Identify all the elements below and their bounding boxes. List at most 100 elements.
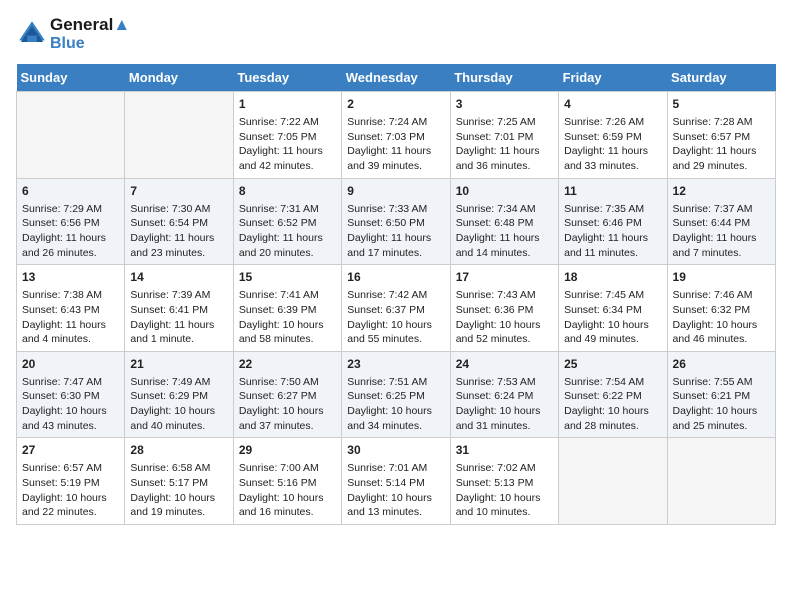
calendar-cell: 22 Sunrise: 7:50 AMSunset: 6:27 PMDayligh… xyxy=(233,351,341,438)
day-number: 12 xyxy=(673,183,770,200)
day-number: 19 xyxy=(673,269,770,286)
calendar-cell: 28 Sunrise: 6:58 AMSunset: 5:17 PMDayligh… xyxy=(125,438,233,525)
calendar-cell: 29Sunrise: 7:00 AMSunset: 5:16 PMDayligh… xyxy=(233,438,341,525)
calendar-cell: 6Sunrise: 7:29 AMSunset: 6:56 PMDaylight… xyxy=(17,178,125,265)
logo-icon xyxy=(16,18,48,50)
calendar-cell: 21 Sunrise: 7:49 AMSunset: 6:29 PMDayligh… xyxy=(125,351,233,438)
calendar-cell: 14 Sunrise: 7:39 AMSunset: 6:41 PMDayligh… xyxy=(125,265,233,352)
calendar-cell: 5Sunrise: 7:28 AMSunset: 6:57 PMDaylight… xyxy=(667,92,775,179)
day-info: Sunrise: 7:01 AMSunset: 5:14 PMDaylight:… xyxy=(347,461,444,520)
day-number: 7 xyxy=(130,183,227,200)
day-info: Sunrise: 7:33 AMSunset: 6:50 PMDaylight:… xyxy=(347,202,444,261)
calendar-cell: 10 Sunrise: 7:34 AMSunset: 6:48 PMDayligh… xyxy=(450,178,558,265)
day-number: 3 xyxy=(456,96,553,113)
calendar-cell: 11 Sunrise: 7:35 AMSunset: 6:46 PMDayligh… xyxy=(559,178,667,265)
calendar-cell: 4 Sunrise: 7:26 AMSunset: 6:59 PMDaylight… xyxy=(559,92,667,179)
day-number: 1 xyxy=(239,96,336,113)
calendar-cell: 13 Sunrise: 7:38 AMSunset: 6:43 PMDayligh… xyxy=(17,265,125,352)
calendar-cell: 1 Sunrise: 7:22 AMSunset: 7:05 PMDaylight… xyxy=(233,92,341,179)
weekday-header-monday: Monday xyxy=(125,64,233,92)
calendar-cell: 30 Sunrise: 7:01 AMSunset: 5:14 PMDayligh… xyxy=(342,438,450,525)
weekday-header-friday: Friday xyxy=(559,64,667,92)
day-number: 9 xyxy=(347,183,444,200)
day-number: 22 xyxy=(239,356,336,373)
day-number: 30 xyxy=(347,442,444,459)
page-header: General▲ Blue xyxy=(16,16,776,52)
day-number: 29 xyxy=(239,442,336,459)
calendar-cell: 23 Sunrise: 7:51 AMSunset: 6:25 PMDayligh… xyxy=(342,351,450,438)
day-info: Sunrise: 7:43 AMSunset: 6:36 PMDaylight:… xyxy=(456,288,553,347)
week-row-1: 1 Sunrise: 7:22 AMSunset: 7:05 PMDaylight… xyxy=(17,92,776,179)
calendar-cell: 31 Sunrise: 7:02 AMSunset: 5:13 PMDayligh… xyxy=(450,438,558,525)
day-info: Sunrise: 7:24 AMSunset: 7:03 PMDaylight:… xyxy=(347,115,444,174)
day-info: Sunrise: 7:42 AMSunset: 6:37 PMDaylight:… xyxy=(347,288,444,347)
day-number: 28 xyxy=(130,442,227,459)
day-info: Sunrise: 6:58 AMSunset: 5:17 PMDaylight:… xyxy=(130,461,227,520)
day-number: 16 xyxy=(347,269,444,286)
calendar-cell xyxy=(559,438,667,525)
day-number: 24 xyxy=(456,356,553,373)
calendar-cell: 25Sunrise: 7:54 AMSunset: 6:22 PMDayligh… xyxy=(559,351,667,438)
day-info: Sunrise: 7:39 AMSunset: 6:41 PMDaylight:… xyxy=(130,288,227,347)
day-info: Sunrise: 7:50 AMSunset: 6:27 PMDaylight:… xyxy=(239,375,336,434)
day-number: 8 xyxy=(239,183,336,200)
weekday-header-saturday: Saturday xyxy=(667,64,775,92)
calendar-cell: 9 Sunrise: 7:33 AMSunset: 6:50 PMDaylight… xyxy=(342,178,450,265)
day-number: 4 xyxy=(564,96,661,113)
day-info: Sunrise: 7:35 AMSunset: 6:46 PMDaylight:… xyxy=(564,202,661,261)
day-info: Sunrise: 7:02 AMSunset: 5:13 PMDaylight:… xyxy=(456,461,553,520)
day-number: 23 xyxy=(347,356,444,373)
calendar-cell xyxy=(17,92,125,179)
day-number: 20 xyxy=(22,356,119,373)
day-number: 18 xyxy=(564,269,661,286)
logo-text: General▲ Blue xyxy=(50,16,130,52)
weekday-header-row: SundayMondayTuesdayWednesdayThursdayFrid… xyxy=(17,64,776,92)
calendar-cell: 27Sunrise: 6:57 AMSunset: 5:19 PMDayligh… xyxy=(17,438,125,525)
calendar-cell: 24 Sunrise: 7:53 AMSunset: 6:24 PMDayligh… xyxy=(450,351,558,438)
calendar-table: SundayMondayTuesdayWednesdayThursdayFrid… xyxy=(16,64,776,525)
calendar-cell: 16 Sunrise: 7:42 AMSunset: 6:37 PMDayligh… xyxy=(342,265,450,352)
day-info: Sunrise: 7:54 AMSunset: 6:22 PMDaylight:… xyxy=(564,375,661,434)
day-info: Sunrise: 7:26 AMSunset: 6:59 PMDaylight:… xyxy=(564,115,661,174)
day-number: 21 xyxy=(130,356,227,373)
day-info: Sunrise: 7:31 AMSunset: 6:52 PMDaylight:… xyxy=(239,202,336,261)
day-number: 11 xyxy=(564,183,661,200)
day-number: 6 xyxy=(22,183,119,200)
day-number: 26 xyxy=(673,356,770,373)
day-info: Sunrise: 7:38 AMSunset: 6:43 PMDaylight:… xyxy=(22,288,119,347)
calendar-cell xyxy=(125,92,233,179)
day-info: Sunrise: 7:47 AMSunset: 6:30 PMDaylight:… xyxy=(22,375,119,434)
day-number: 31 xyxy=(456,442,553,459)
day-number: 15 xyxy=(239,269,336,286)
week-row-5: 27Sunrise: 6:57 AMSunset: 5:19 PMDayligh… xyxy=(17,438,776,525)
calendar-cell: 2 Sunrise: 7:24 AMSunset: 7:03 PMDaylight… xyxy=(342,92,450,179)
calendar-cell: 3Sunrise: 7:25 AMSunset: 7:01 PMDaylight… xyxy=(450,92,558,179)
day-number: 13 xyxy=(22,269,119,286)
day-info: Sunrise: 7:34 AMSunset: 6:48 PMDaylight:… xyxy=(456,202,553,261)
day-info: Sunrise: 7:51 AMSunset: 6:25 PMDaylight:… xyxy=(347,375,444,434)
week-row-3: 13 Sunrise: 7:38 AMSunset: 6:43 PMDayligh… xyxy=(17,265,776,352)
day-number: 14 xyxy=(130,269,227,286)
day-info: Sunrise: 7:22 AMSunset: 7:05 PMDaylight:… xyxy=(239,115,336,174)
day-number: 2 xyxy=(347,96,444,113)
day-number: 10 xyxy=(456,183,553,200)
day-info: Sunrise: 6:57 AMSunset: 5:19 PMDaylight:… xyxy=(22,461,119,520)
day-info: Sunrise: 7:49 AMSunset: 6:29 PMDaylight:… xyxy=(130,375,227,434)
day-info: Sunrise: 7:37 AMSunset: 6:44 PMDaylight:… xyxy=(673,202,770,261)
calendar-cell: 15Sunrise: 7:41 AMSunset: 6:39 PMDayligh… xyxy=(233,265,341,352)
calendar-cell xyxy=(667,438,775,525)
day-info: Sunrise: 7:53 AMSunset: 6:24 PMDaylight:… xyxy=(456,375,553,434)
logo: General▲ Blue xyxy=(16,16,130,52)
day-info: Sunrise: 7:45 AMSunset: 6:34 PMDaylight:… xyxy=(564,288,661,347)
calendar-cell: 26Sunrise: 7:55 AMSunset: 6:21 PMDayligh… xyxy=(667,351,775,438)
calendar-cell: 8 Sunrise: 7:31 AMSunset: 6:52 PMDaylight… xyxy=(233,178,341,265)
day-number: 5 xyxy=(673,96,770,113)
calendar-cell: 17 Sunrise: 7:43 AMSunset: 6:36 PMDayligh… xyxy=(450,265,558,352)
calendar-cell: 12 Sunrise: 7:37 AMSunset: 6:44 PMDayligh… xyxy=(667,178,775,265)
weekday-header-wednesday: Wednesday xyxy=(342,64,450,92)
day-number: 17 xyxy=(456,269,553,286)
weekday-header-sunday: Sunday xyxy=(17,64,125,92)
weekday-header-tuesday: Tuesday xyxy=(233,64,341,92)
week-row-4: 20 Sunrise: 7:47 AMSunset: 6:30 PMDayligh… xyxy=(17,351,776,438)
week-row-2: 6Sunrise: 7:29 AMSunset: 6:56 PMDaylight… xyxy=(17,178,776,265)
